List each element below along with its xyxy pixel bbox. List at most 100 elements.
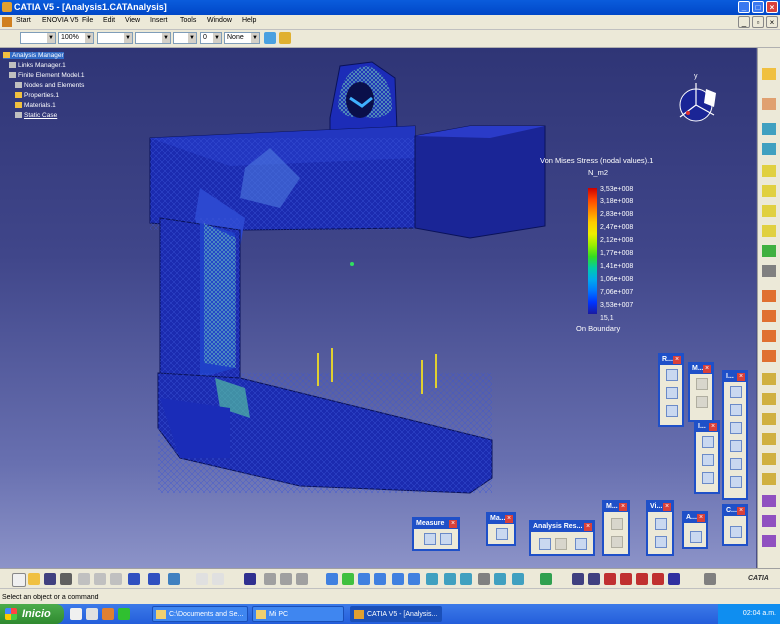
- fastened-icon[interactable]: [730, 458, 742, 470]
- doc-minimize-button[interactable]: _: [738, 16, 750, 28]
- whats-this-icon[interactable]: [168, 573, 180, 585]
- close-icon[interactable]: ×: [737, 373, 745, 381]
- ball-icon[interactable]: [762, 265, 776, 277]
- close-icon[interactable]: ×: [619, 503, 627, 511]
- library-icon[interactable]: [264, 573, 276, 585]
- image-icon[interactable]: [655, 518, 667, 530]
- moment-icon[interactable]: [702, 454, 714, 466]
- cursor-icon[interactable]: [762, 98, 776, 110]
- start-button[interactable]: Inicio: [0, 604, 64, 624]
- swap-visible-icon[interactable]: [494, 573, 506, 585]
- force-icon[interactable]: [702, 436, 714, 448]
- deformation-icon[interactable]: [655, 536, 667, 548]
- surface-icon[interactable]: [762, 373, 776, 385]
- menu-help[interactable]: Help: [242, 17, 256, 24]
- compute-icon[interactable]: [730, 526, 742, 538]
- extrude-icon[interactable]: [762, 393, 776, 405]
- analysis-results-toolbar[interactable]: Analysis Res... ×: [529, 520, 595, 556]
- tree-node-static-case[interactable]: Static Case: [15, 112, 57, 119]
- layer-filter-select[interactable]: None ▼: [224, 32, 260, 44]
- sphere-icon[interactable]: [762, 185, 776, 197]
- minimize-button[interactable]: _: [738, 1, 750, 13]
- menu-enovia[interactable]: ENOVIA V5: [42, 17, 79, 24]
- rigid-icon[interactable]: [730, 386, 742, 398]
- measure-item-icon[interactable]: [440, 533, 452, 545]
- shading-icon[interactable]: [460, 573, 472, 585]
- cut-icon[interactable]: [78, 573, 90, 585]
- transparency-select[interactable]: 100% ▼: [58, 32, 94, 44]
- quicklaunch-media-icon[interactable]: [102, 608, 114, 620]
- tools-icon[interactable]: [704, 573, 716, 585]
- cut-plane-icon[interactable]: [555, 538, 567, 550]
- quicklaunch-desktop-icon[interactable]: [86, 608, 98, 620]
- cylinder-icon[interactable]: [762, 205, 776, 217]
- iso-view-icon[interactable]: [444, 573, 456, 585]
- menu-edit[interactable]: Edit: [103, 17, 115, 24]
- analysis-icon-1[interactable]: [572, 573, 584, 585]
- catia-app-icon[interactable]: [2, 2, 12, 12]
- constraint-icon[interactable]: [762, 330, 776, 342]
- doc-restore-button[interactable]: ▫: [752, 16, 764, 28]
- i-toolbar-right[interactable]: I... ×: [722, 370, 748, 500]
- save-icon[interactable]: [44, 573, 56, 585]
- tree-node-finite-element-model[interactable]: Finite Element Model.1: [9, 72, 84, 79]
- close-icon[interactable]: ×: [663, 503, 671, 511]
- i-toolbar-left[interactable]: I... ×: [694, 420, 720, 494]
- close-icon[interactable]: ×: [737, 507, 745, 515]
- loft-icon[interactable]: [762, 453, 776, 465]
- r-toolbar[interactable]: R... ×: [658, 353, 684, 427]
- point-symbol-select[interactable]: ▼: [173, 32, 197, 44]
- a-toolbar[interactable]: A... ×: [682, 511, 708, 549]
- menu-view[interactable]: View: [125, 17, 140, 24]
- m-toolbar-right[interactable]: M... ×: [688, 362, 714, 422]
- point-icon[interactable]: [762, 123, 776, 135]
- normal-view-icon[interactable]: [426, 573, 438, 585]
- m-toolbar-bottom[interactable]: M... ×: [602, 500, 630, 556]
- paste-icon[interactable]: [110, 573, 122, 585]
- vi-toolbar[interactable]: Vi... ×: [646, 500, 674, 556]
- undo-icon[interactable]: [128, 573, 140, 585]
- contact-icon[interactable]: [730, 440, 742, 452]
- analysis-icon-6[interactable]: [652, 573, 664, 585]
- close-icon[interactable]: ×: [709, 423, 717, 431]
- fly-icon[interactable]: [326, 573, 338, 585]
- task-documents[interactable]: C:\Documents and Se...: [152, 606, 248, 622]
- menu-window[interactable]: Window: [207, 17, 232, 24]
- maximize-button[interactable]: □: [752, 1, 764, 13]
- mesh-part-icon[interactable]: [611, 536, 623, 548]
- line-thickness-select[interactable]: ▼: [97, 32, 133, 44]
- painter-icon[interactable]: [264, 32, 276, 44]
- clock[interactable]: 02:04 a.m.: [743, 610, 776, 617]
- tie-icon[interactable]: [730, 422, 742, 434]
- join-icon[interactable]: [762, 495, 776, 507]
- 3d-viewport[interactable]: Analysis Manager Links Manager.1 Finite …: [0, 48, 756, 568]
- menu-start[interactable]: Start: [16, 17, 31, 24]
- menu-file[interactable]: File: [82, 17, 93, 24]
- properties-icon[interactable]: [279, 32, 291, 44]
- quicklaunch-app-icon[interactable]: [118, 608, 130, 620]
- close-icon[interactable]: ×: [697, 514, 705, 522]
- plane-icon[interactable]: [762, 245, 776, 257]
- command-input[interactable]: [0, 590, 244, 605]
- dimension-icon[interactable]: [762, 350, 776, 362]
- measure-between-icon[interactable]: [424, 533, 436, 545]
- split-icon[interactable]: [762, 515, 776, 527]
- search-icon[interactable]: [690, 531, 702, 543]
- clamp-icon[interactable]: [666, 387, 678, 399]
- box-icon[interactable]: [762, 165, 776, 177]
- smooth-icon[interactable]: [730, 404, 742, 416]
- open-icon[interactable]: [28, 573, 40, 585]
- analysis-icon-4[interactable]: [620, 573, 632, 585]
- report-icon[interactable]: [575, 538, 587, 550]
- tree-node-properties[interactable]: Properties.1: [15, 92, 59, 99]
- pan-icon[interactable]: [358, 573, 370, 585]
- close-icon[interactable]: ×: [505, 515, 513, 523]
- line-type-select[interactable]: ▼: [135, 32, 171, 44]
- bearing-load-icon[interactable]: [702, 472, 714, 484]
- material-icon[interactable]: [496, 528, 508, 540]
- ma-toolbar[interactable]: Ma... ×: [486, 512, 516, 546]
- spline-icon[interactable]: [762, 290, 776, 302]
- mass-icon[interactable]: [696, 378, 708, 390]
- analysis-icon-2[interactable]: [588, 573, 600, 585]
- color-select[interactable]: ▼: [20, 32, 56, 44]
